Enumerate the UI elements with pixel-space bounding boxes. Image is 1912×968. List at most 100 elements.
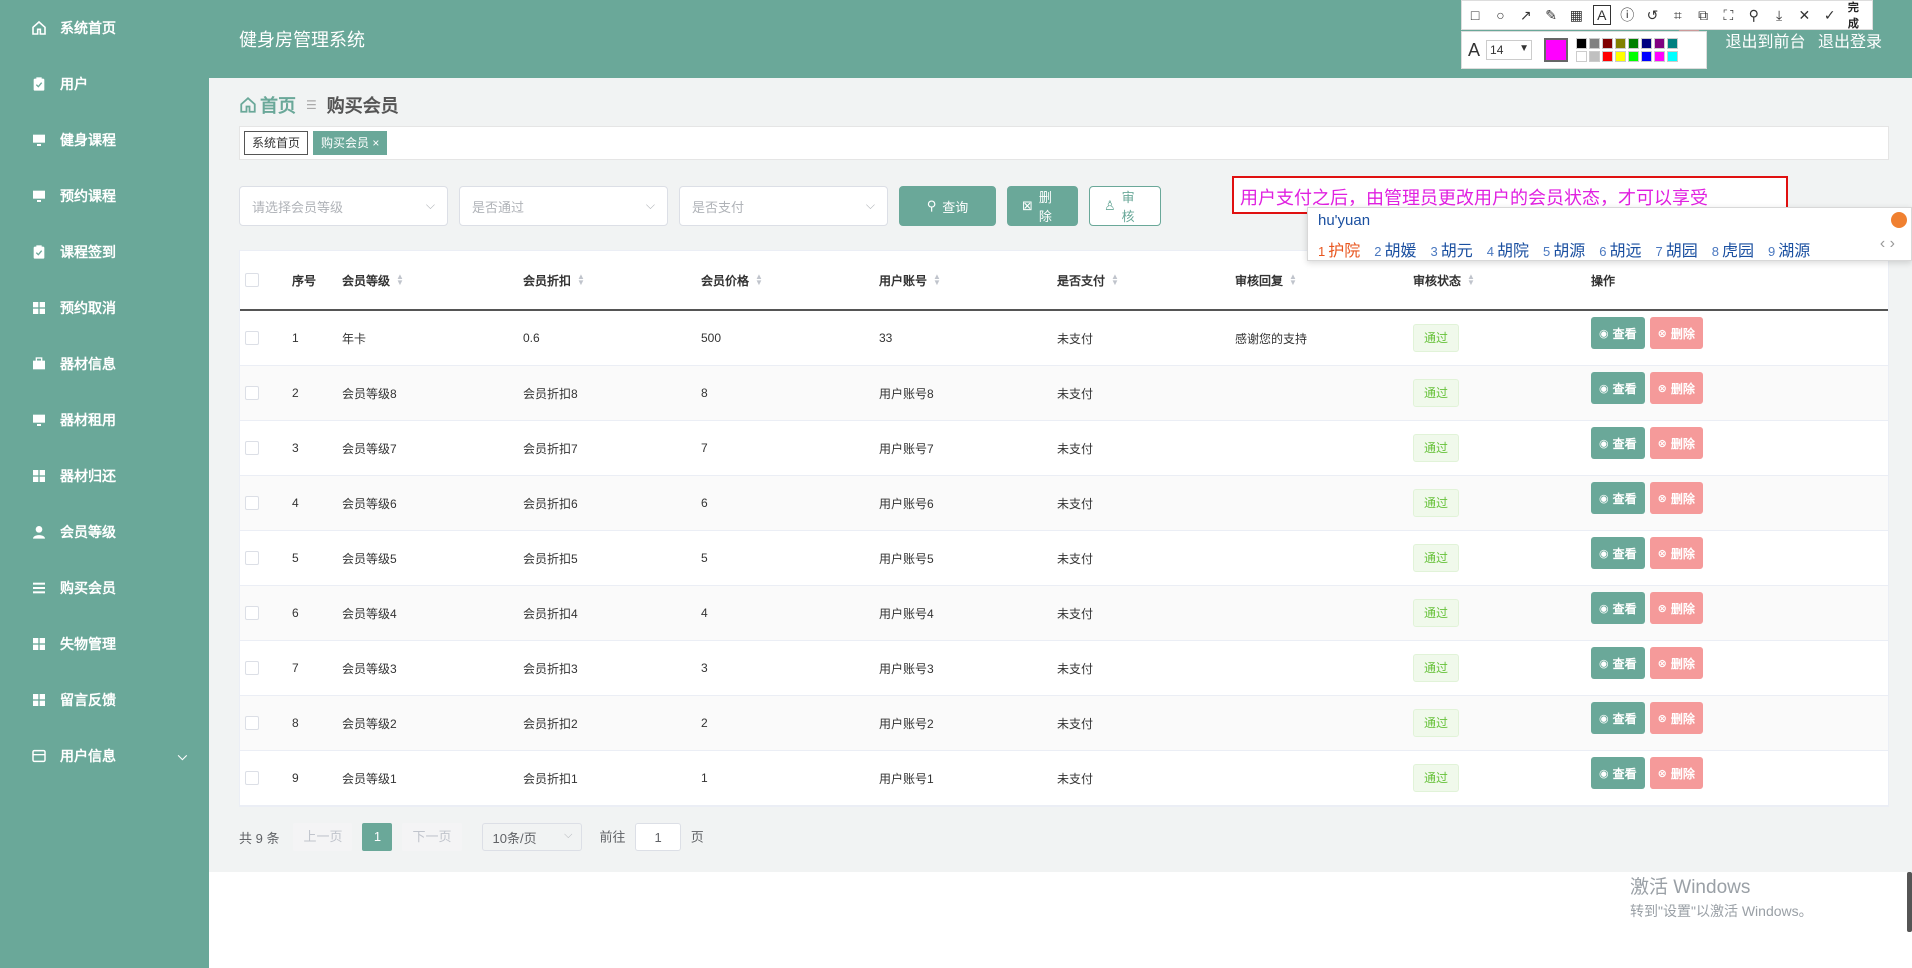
header-price[interactable]: 会员价格 ▲ ▼: [701, 272, 879, 289]
sidebar-item-7[interactable]: 器材租用: [0, 392, 209, 448]
delete-button[interactable]: ⊗ 删除: [1649, 702, 1703, 734]
ellipse-tool-icon[interactable]: ○: [1491, 5, 1509, 25]
row-checkbox[interactable]: [245, 496, 259, 510]
color-swatch[interactable]: [1602, 38, 1614, 49]
table-row[interactable]: 8 会员等级2 会员折扣2 2 用户账号2 未支付 通过 ◉ 查看 ⊗ 删除: [240, 696, 1888, 751]
pin-icon[interactable]: ⚲: [1745, 5, 1763, 25]
header-status[interactable]: 审核状态 ▲ ▼: [1413, 272, 1591, 289]
sidebar-item-8[interactable]: 器材归还: [0, 448, 209, 504]
scrollbar[interactable]: [1907, 872, 1912, 932]
view-button[interactable]: ◉ 查看: [1591, 647, 1645, 679]
table-row[interactable]: 7 会员等级3 会员折扣3 3 用户账号3 未支付 通过 ◉ 查看 ⊗ 删除: [240, 641, 1888, 696]
table-row[interactable]: 3 会员等级7 会员折扣7 7 用户账号7 未支付 通过 ◉ 查看 ⊗ 删除: [240, 421, 1888, 476]
mosaic-tool-icon[interactable]: ▦: [1567, 5, 1585, 25]
ime-candidate[interactable]: 2 胡媛: [1374, 237, 1416, 261]
logout-link[interactable]: 退出登录: [1818, 34, 1882, 51]
delete-button[interactable]: ⊗ 删除: [1649, 757, 1703, 789]
table-row[interactable]: 6 会员等级4 会员折扣4 4 用户账号4 未支付 通过 ◉ 查看 ⊗ 删除: [240, 586, 1888, 641]
table-row[interactable]: 4 会员等级6 会员折扣6 6 用户账号6 未支付 通过 ◉ 查看 ⊗ 删除: [240, 476, 1888, 531]
text-tool-icon[interactable]: A: [1592, 5, 1612, 25]
table-row[interactable]: 1 年卡 0.6 500 33 未支付 感谢您的支持 通过 ◉ 查看 ⊗ 删除: [240, 311, 1888, 366]
sidebar-item-9[interactable]: 会员等级: [0, 504, 209, 560]
color-swatch[interactable]: [1641, 51, 1653, 62]
ime-candidate[interactable]: 9 湖源: [1768, 237, 1810, 261]
view-button[interactable]: ◉ 查看: [1591, 592, 1645, 624]
color-swatch[interactable]: [1589, 51, 1601, 62]
pen-tool-icon[interactable]: ✎: [1542, 5, 1560, 25]
ime-candidate[interactable]: 6 胡远: [1599, 237, 1641, 261]
sort-icon[interactable]: ▲ ▼: [1467, 273, 1475, 287]
view-button[interactable]: ◉ 查看: [1591, 317, 1645, 349]
row-checkbox[interactable]: [245, 716, 259, 730]
done-button[interactable]: 完成: [1848, 0, 1868, 31]
close-icon[interactable]: ✕: [1795, 5, 1813, 25]
ime-candidate[interactable]: 1 护院: [1318, 237, 1360, 261]
page-number-button[interactable]: 1: [362, 823, 393, 851]
delete-button[interactable]: ⊗ 删除: [1649, 647, 1703, 679]
batch-delete-button[interactable]: ⊠ 删除: [1007, 186, 1078, 226]
color-swatch[interactable]: [1576, 38, 1588, 49]
color-swatch[interactable]: [1628, 38, 1640, 49]
row-checkbox[interactable]: [245, 331, 259, 345]
crop-icon[interactable]: ⌗: [1669, 5, 1687, 25]
color-swatch[interactable]: [1654, 51, 1666, 62]
view-button[interactable]: ◉ 查看: [1591, 537, 1645, 569]
sort-icon[interactable]: ▲ ▼: [933, 273, 941, 287]
color-swatch[interactable]: [1667, 51, 1679, 62]
delete-button[interactable]: ⊗ 删除: [1649, 317, 1703, 349]
sidebar-item-11[interactable]: 失物管理: [0, 616, 209, 672]
sidebar-item-4[interactable]: 课程签到: [0, 224, 209, 280]
rectangle-tool-icon[interactable]: □: [1466, 5, 1484, 25]
sidebar-item-10[interactable]: 购买会员: [0, 560, 209, 616]
sidebar-item-0[interactable]: 系统首页: [0, 0, 209, 56]
ime-candidate[interactable]: 5 胡源: [1543, 237, 1585, 261]
undo-icon[interactable]: ↺: [1643, 5, 1661, 25]
query-button[interactable]: ⚲ 查询: [899, 186, 996, 226]
view-button[interactable]: ◉ 查看: [1591, 757, 1645, 789]
sidebar-item-6[interactable]: 器材信息: [0, 336, 209, 392]
review-button[interactable]: ♙ 审核: [1089, 186, 1161, 226]
header-paid[interactable]: 是否支付 ▲ ▼: [1057, 272, 1235, 289]
current-color-swatch[interactable]: [1544, 38, 1569, 62]
fullscreen-icon[interactable]: ⛶: [1719, 5, 1737, 25]
view-button[interactable]: ◉ 查看: [1591, 482, 1645, 514]
save-icon[interactable]: ⤓: [1770, 5, 1788, 25]
sort-icon[interactable]: ▲ ▼: [1111, 273, 1119, 287]
row-checkbox[interactable]: [245, 386, 259, 400]
font-size-select[interactable]: 14 ▼: [1486, 40, 1533, 60]
color-swatch[interactable]: [1615, 38, 1627, 49]
exit-to-frontend-link[interactable]: 退出到前台: [1726, 34, 1806, 51]
ime-page-nav[interactable]: ‹ ›: [1880, 235, 1895, 253]
sidebar-item-2[interactable]: 健身课程: [0, 112, 209, 168]
row-checkbox[interactable]: [245, 771, 259, 785]
tag-close-icon[interactable]: ×: [372, 136, 379, 150]
row-checkbox[interactable]: [245, 441, 259, 455]
ime-candidate[interactable]: 7 胡园: [1656, 237, 1698, 261]
prev-page-button[interactable]: 上一页: [293, 823, 353, 851]
sort-icon[interactable]: ▲ ▼: [1289, 273, 1297, 287]
view-button[interactable]: ◉ 查看: [1591, 427, 1645, 459]
paid-select[interactable]: 是否支付 ⌵: [679, 186, 888, 226]
table-row[interactable]: 2 会员等级8 会员折扣8 8 用户账号8 未支付 通过 ◉ 查看 ⊗ 删除: [240, 366, 1888, 421]
row-checkbox[interactable]: [245, 551, 259, 565]
color-swatch[interactable]: [1654, 38, 1666, 49]
tag-buy-membership[interactable]: 购买会员 ×: [313, 131, 388, 155]
tag-home[interactable]: 系统首页: [244, 131, 309, 155]
header-account[interactable]: 用户账号 ▲ ▼: [879, 272, 1057, 289]
color-swatch[interactable]: [1576, 51, 1588, 62]
approved-select[interactable]: 是否通过 ⌵: [459, 186, 668, 226]
header-level[interactable]: 会员等级 ▲ ▼: [342, 272, 523, 289]
ime-candidate[interactable]: 4 胡院: [1487, 237, 1529, 261]
delete-button[interactable]: ⊗ 删除: [1649, 372, 1703, 404]
sort-icon[interactable]: ▲ ▼: [577, 273, 585, 287]
table-row[interactable]: 9 会员等级1 会员折扣1 1 用户账号1 未支付 通过 ◉ 查看 ⊗ 删除: [240, 751, 1888, 806]
color-swatch[interactable]: [1628, 51, 1640, 62]
delete-button[interactable]: ⊗ 删除: [1649, 592, 1703, 624]
sidebar-item-13[interactable]: 用户信息 ⌵: [0, 728, 209, 784]
sort-icon[interactable]: ▲ ▼: [396, 273, 404, 287]
sidebar-item-3[interactable]: 预约课程: [0, 168, 209, 224]
check-icon[interactable]: ✓: [1821, 5, 1839, 25]
sidebar-item-12[interactable]: 留言反馈: [0, 672, 209, 728]
breadcrumb-home[interactable]: 首页: [260, 92, 296, 118]
select-all-checkbox[interactable]: [245, 273, 259, 287]
